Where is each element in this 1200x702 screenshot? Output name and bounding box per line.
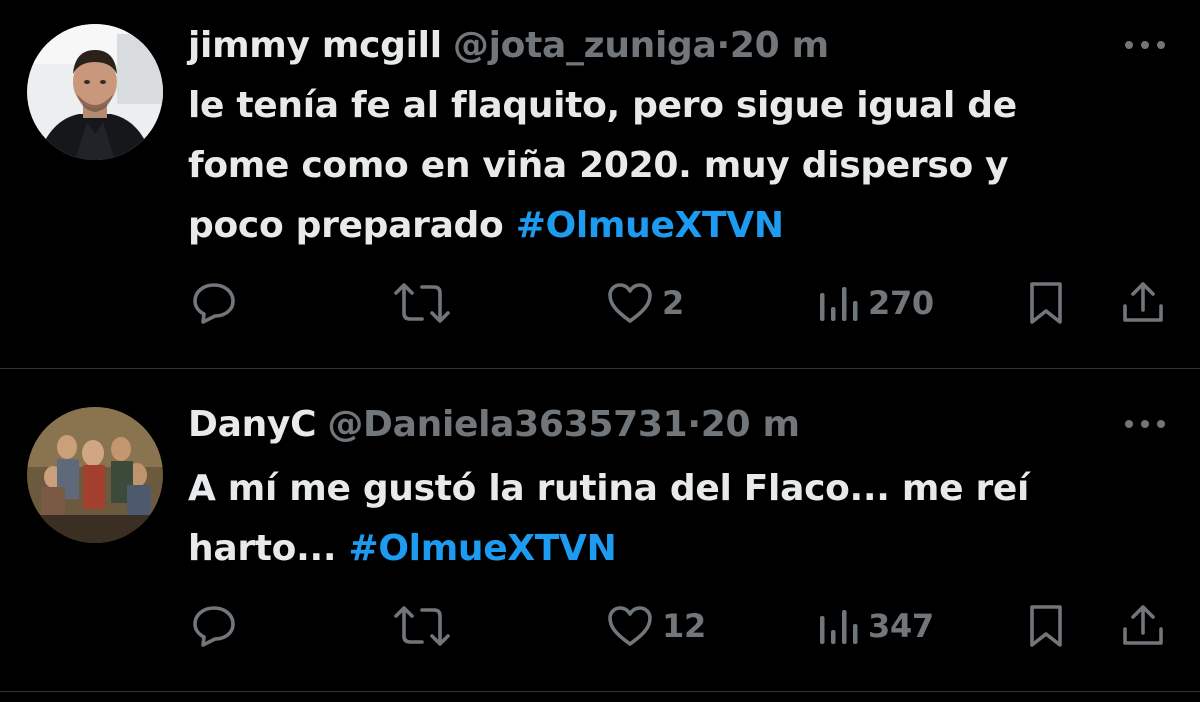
- tweet-text-line: A mí me gustó la rutina del Flaco... me …: [188, 468, 1030, 509]
- views-chart-icon: [816, 283, 860, 323]
- tweet-text-line: fome como en viña 2020. muy disperso y: [188, 145, 1009, 186]
- avatar[interactable]: [27, 407, 163, 543]
- tweet-header: jimmy mcgill @jota_zuniga·20 m: [188, 23, 829, 69]
- user-handle[interactable]: @Daniela3635731: [327, 404, 687, 445]
- tweet-text-line: le tenía fe al flaquito, pero sigue igua…: [188, 85, 1017, 126]
- reply-icon: [190, 279, 238, 325]
- hashtag-link[interactable]: #OlmueXTVN: [348, 528, 616, 569]
- timestamp[interactable]: 20 m: [701, 404, 800, 445]
- bookmark-button[interactable]: [1026, 603, 1066, 649]
- share-button[interactable]: [1120, 603, 1166, 647]
- tweet-text: le tenía fe al flaquito, pero sigue igua…: [188, 76, 1148, 256]
- heart-icon: [606, 281, 654, 325]
- tweet[interactable]: DanyC @Daniela3635731·20 m A mí me gustó…: [0, 369, 1200, 691]
- tweet[interactable]: jimmy mcgill @jota_zuniga·20 m le tenía …: [0, 0, 1200, 368]
- reply-button[interactable]: [190, 602, 238, 648]
- separator-dot: ·: [687, 404, 701, 445]
- view-count: 270: [868, 284, 934, 322]
- tweet-text: A mí me gustó la rutina del Flaco... me …: [188, 459, 1148, 579]
- more-dots-icon[interactable]: [1122, 35, 1168, 55]
- view-count: 347: [868, 607, 934, 645]
- reply-icon: [190, 602, 238, 648]
- separator-dot: ·: [716, 25, 731, 66]
- divider: [0, 691, 1200, 692]
- like-button[interactable]: 12: [606, 604, 706, 648]
- share-icon: [1120, 280, 1166, 324]
- like-button[interactable]: 2: [606, 281, 684, 325]
- views-button[interactable]: 347: [816, 606, 934, 646]
- like-count: 2: [662, 284, 684, 322]
- share-icon: [1120, 603, 1166, 647]
- bookmark-button[interactable]: [1026, 280, 1066, 326]
- share-button[interactable]: [1120, 280, 1166, 324]
- repost-button[interactable]: [392, 281, 452, 325]
- like-count: 12: [662, 607, 706, 645]
- hashtag-link[interactable]: #OlmueXTVN: [516, 205, 784, 246]
- timestamp[interactable]: 20 m: [730, 25, 829, 66]
- more-dots-icon[interactable]: [1122, 414, 1168, 434]
- display-name[interactable]: DanyC: [188, 404, 317, 445]
- repost-button[interactable]: [392, 604, 452, 648]
- repost-icon: [392, 281, 452, 325]
- heart-icon: [606, 604, 654, 648]
- repost-icon: [392, 604, 452, 648]
- avatar[interactable]: [27, 24, 163, 160]
- reply-button[interactable]: [190, 279, 238, 325]
- user-handle[interactable]: @jota_zuniga: [453, 25, 717, 66]
- display-name[interactable]: jimmy mcgill: [188, 25, 442, 66]
- tweet-text-line: harto...: [188, 528, 349, 569]
- views-button[interactable]: 270: [816, 283, 934, 323]
- tweet-text-line: poco preparado: [188, 205, 516, 246]
- bookmark-icon: [1026, 280, 1066, 326]
- views-chart-icon: [816, 606, 860, 646]
- bookmark-icon: [1026, 603, 1066, 649]
- tweet-header: DanyC @Daniela3635731·20 m: [188, 402, 800, 448]
